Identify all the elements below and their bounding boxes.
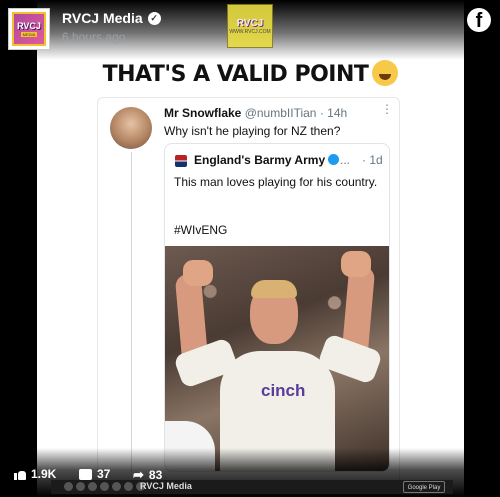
photo-fist-left	[183, 260, 213, 286]
like-icon	[14, 468, 26, 480]
quoted-tweet-time: · 1d	[362, 153, 383, 167]
laughing-emoji-icon	[372, 60, 399, 86]
quoted-tweet-hashtag: #WIvENG	[174, 223, 228, 237]
post-time[interactable]: 6 hours ago	[62, 30, 125, 44]
facebook-icon[interactable]: f	[467, 8, 491, 32]
watermark-logo: RVCJ WWW.RVCJ.COM	[227, 4, 273, 48]
page-logo-subtext: MEDIA	[20, 31, 38, 37]
instagram-small-icon	[76, 482, 85, 491]
page-avatar[interactable]: RVCJ MEDIA	[8, 8, 50, 50]
verified-icon: ✓	[147, 11, 161, 25]
quoted-tweet-avatar	[175, 155, 187, 167]
twitter-small-icon	[100, 482, 109, 491]
google-play-badge: Google Play	[403, 481, 445, 493]
quoted-tweet-author: England's Barmy Army	[194, 153, 340, 167]
quoted-tweet-card: England's Barmy Army ... · 1d This man l…	[164, 143, 390, 472]
comment-count: 37	[97, 467, 111, 481]
like-button[interactable]: 1.9K	[14, 467, 56, 481]
quoted-tweet-text: This man loves playing for his country.	[174, 175, 378, 189]
pinterest-small-icon	[112, 482, 121, 491]
watermark-text: RVCJ	[236, 17, 264, 29]
comment-icon	[79, 468, 92, 483]
photo-player-hair	[251, 280, 297, 298]
meme-headline: THAT'S A VALID POINT	[37, 60, 464, 87]
facebook-small-icon	[64, 482, 73, 491]
tweet-avatar	[110, 107, 152, 149]
like-count: 1.9K	[31, 467, 57, 481]
tweet-separator: ·	[319, 106, 324, 120]
tweet-header: Mr Snowflake @numbIITian · 14h	[164, 106, 347, 120]
tweet-time: 14h	[327, 106, 348, 120]
page-name: RVCJ Media	[62, 10, 143, 26]
page-logo-text: RVCJ	[17, 20, 41, 31]
page-logo: RVCJ MEDIA	[12, 12, 46, 46]
thread-line	[131, 152, 132, 472]
tweet-handle: @numbIITian	[244, 106, 317, 120]
comment-button[interactable]: 37	[79, 467, 111, 483]
quoted-tweet-photo: cinch	[165, 246, 389, 471]
photo-shirt-sponsor: cinch	[261, 381, 306, 400]
tweet-more-icon: ⋮	[381, 102, 393, 116]
tweet-author-name: Mr Snowflake	[164, 106, 242, 120]
tweet-text: Why isn't he playing for NZ then?	[164, 124, 341, 138]
footer-social-icons	[64, 482, 145, 491]
telegram-small-icon	[124, 482, 133, 491]
verified-icon	[328, 154, 340, 165]
footer-brand: RVCJ Media	[140, 481, 192, 491]
photo-fist-right	[341, 251, 371, 277]
page-name-link[interactable]: RVCJ Media ✓	[62, 10, 161, 26]
quoted-tweet-ellipsis: ...	[340, 153, 351, 167]
youtube-small-icon	[88, 482, 97, 491]
watermark-subtext: WWW.RVCJ.COM	[229, 28, 271, 35]
